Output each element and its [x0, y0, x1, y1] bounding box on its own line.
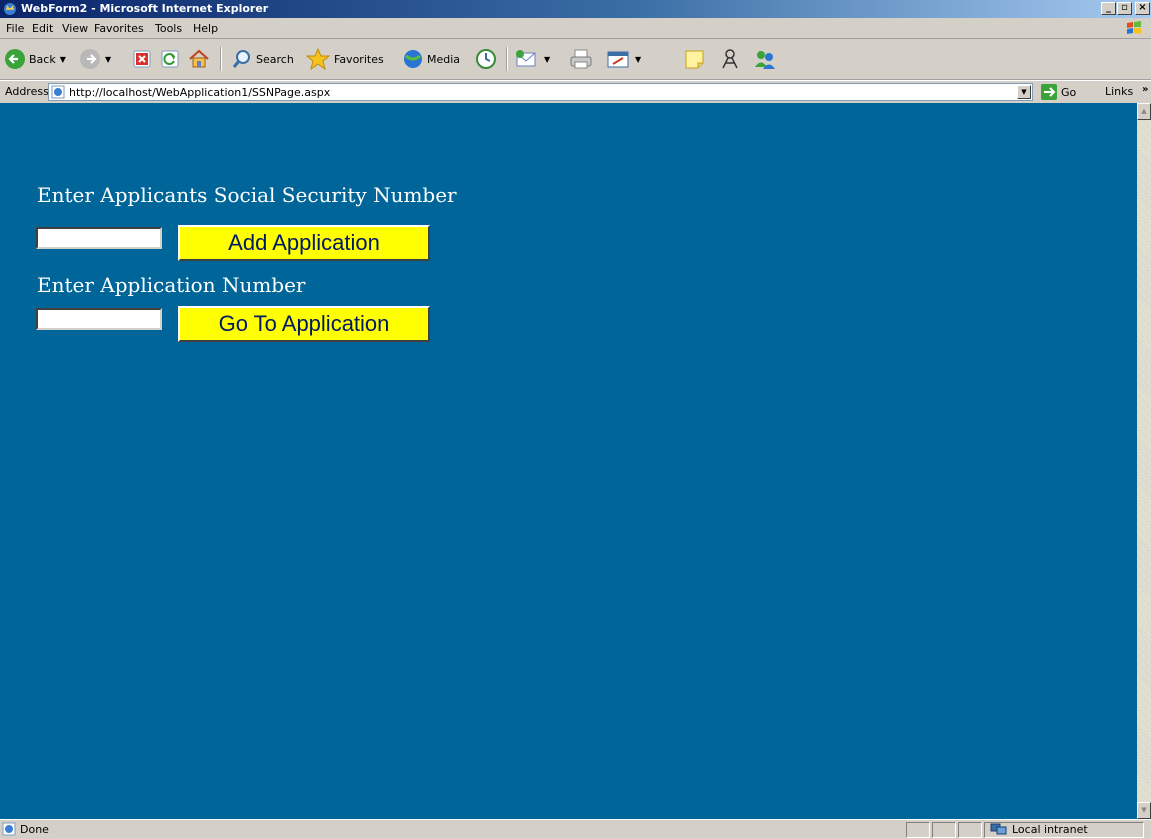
menu-edit[interactable]: Edit — [32, 22, 53, 35]
discuss-button[interactable] — [683, 46, 707, 72]
search-button[interactable]: Search — [231, 46, 294, 72]
close-button[interactable]: × — [1135, 2, 1150, 15]
refresh-icon — [161, 50, 179, 68]
application-number-input[interactable] — [36, 308, 162, 330]
address-url: http://localhost/WebApplication1/SSNPage… — [69, 86, 331, 99]
title-bar: WebForm2 - Microsoft Internet Explorer _… — [0, 0, 1151, 18]
home-icon — [189, 49, 209, 68]
page-done-icon — [2, 822, 16, 836]
ie-icon — [4, 3, 16, 15]
windows-logo-icon — [1127, 21, 1141, 34]
menu-favorites[interactable]: Favorites — [94, 22, 144, 35]
add-application-button[interactable]: Add Application — [178, 225, 430, 261]
address-label: Address — [5, 85, 49, 98]
back-dropdown-icon[interactable]: ▼ — [60, 55, 66, 64]
edit-page-icon — [607, 51, 629, 68]
scroll-up-icon[interactable]: ▲ — [1137, 103, 1151, 120]
window-title: WebForm2 - Microsoft Internet Explorer — [21, 2, 269, 15]
menu-view[interactable]: View — [62, 22, 88, 35]
status-bar: Done Local intranet — [0, 819, 1151, 839]
stop-icon — [133, 50, 151, 68]
messenger-icon — [755, 51, 775, 69]
zone-label: Local intranet — [1012, 822, 1088, 836]
links-toolbar[interactable]: Links — [1105, 85, 1133, 98]
media-icon — [404, 50, 422, 68]
links-chevron-icon[interactable]: » — [1142, 84, 1148, 95]
menu-tools[interactable]: Tools — [155, 22, 182, 35]
mail-button[interactable]: ▼ — [514, 46, 550, 72]
mail-dropdown-icon[interactable]: ▼ — [544, 55, 550, 64]
home-button[interactable] — [187, 46, 211, 72]
go-arrow-icon — [1041, 84, 1057, 100]
history-icon — [476, 49, 496, 69]
note-icon — [685, 50, 704, 69]
status-text: Done — [20, 822, 49, 836]
refresh-button[interactable] — [159, 46, 181, 72]
status-done: Done — [2, 822, 49, 836]
menu-bar: File Edit View Favorites Tools Help — [0, 18, 1151, 39]
ssn-input[interactable] — [36, 227, 162, 249]
media-label: Media — [427, 52, 461, 66]
stop-button[interactable] — [131, 46, 153, 72]
forward-arrow-icon — [80, 49, 100, 69]
edit-button[interactable]: ▼ — [605, 46, 641, 72]
go-button[interactable]: Go — [1041, 84, 1076, 100]
ssn-heading: Enter Applicants Social Security Number — [37, 183, 457, 207]
status-cell — [932, 822, 956, 838]
back-arrow-icon — [5, 49, 25, 69]
history-button[interactable] — [474, 46, 498, 72]
security-zone: Local intranet — [990, 822, 1088, 836]
standard-toolbar: Back ▼ ▼ Search Favorites Media ▼ ▼ — [0, 39, 1151, 80]
print-button[interactable] — [568, 46, 594, 72]
menu-file[interactable]: File — [6, 22, 24, 35]
favorites-label: Favorites — [334, 52, 384, 66]
menu-help[interactable]: Help — [193, 22, 218, 35]
toolbar-separator — [220, 47, 222, 71]
status-cell — [958, 822, 982, 838]
search-label: Search — [256, 52, 294, 66]
research-button[interactable] — [718, 46, 742, 72]
forward-dropdown-icon[interactable]: ▼ — [105, 55, 111, 64]
maximize-button[interactable]: ▫ — [1117, 2, 1132, 15]
address-input[interactable]: http://localhost/WebApplication1/SSNPage… — [48, 83, 1033, 101]
application-number-heading: Enter Application Number — [37, 273, 306, 297]
minimize-button[interactable]: _ — [1101, 2, 1116, 15]
page-content: Enter Applicants Social Security Number … — [0, 103, 1137, 819]
scroll-down-icon[interactable]: ▼ — [1137, 802, 1151, 819]
research-icon — [722, 49, 738, 69]
forward-button[interactable]: ▼ — [79, 46, 111, 72]
browser-window: WebForm2 - Microsoft Internet Explorer _… — [0, 0, 1151, 839]
back-label: Back — [29, 52, 56, 66]
status-cell — [906, 822, 930, 838]
mail-icon — [516, 50, 536, 67]
local-intranet-icon — [990, 823, 1007, 835]
print-icon — [570, 49, 592, 69]
edit-dropdown-icon[interactable]: ▼ — [635, 55, 641, 64]
favorites-button[interactable]: Favorites — [305, 46, 384, 72]
toolbar-separator — [506, 47, 508, 71]
messenger-button[interactable] — [752, 46, 778, 72]
back-button[interactable]: Back ▼ — [4, 46, 66, 72]
go-to-application-button[interactable]: Go To Application — [178, 306, 430, 342]
address-bar: Address http://localhost/WebApplication1… — [0, 80, 1151, 104]
search-icon — [232, 50, 250, 68]
address-dropdown-icon[interactable]: ▼ — [1017, 85, 1031, 99]
page-icon — [51, 85, 65, 99]
favorites-star-icon — [305, 47, 331, 71]
vertical-scrollbar[interactable]: ▲ ▼ — [1137, 103, 1151, 819]
media-button[interactable]: Media — [402, 46, 460, 72]
go-label: Go — [1061, 85, 1077, 99]
